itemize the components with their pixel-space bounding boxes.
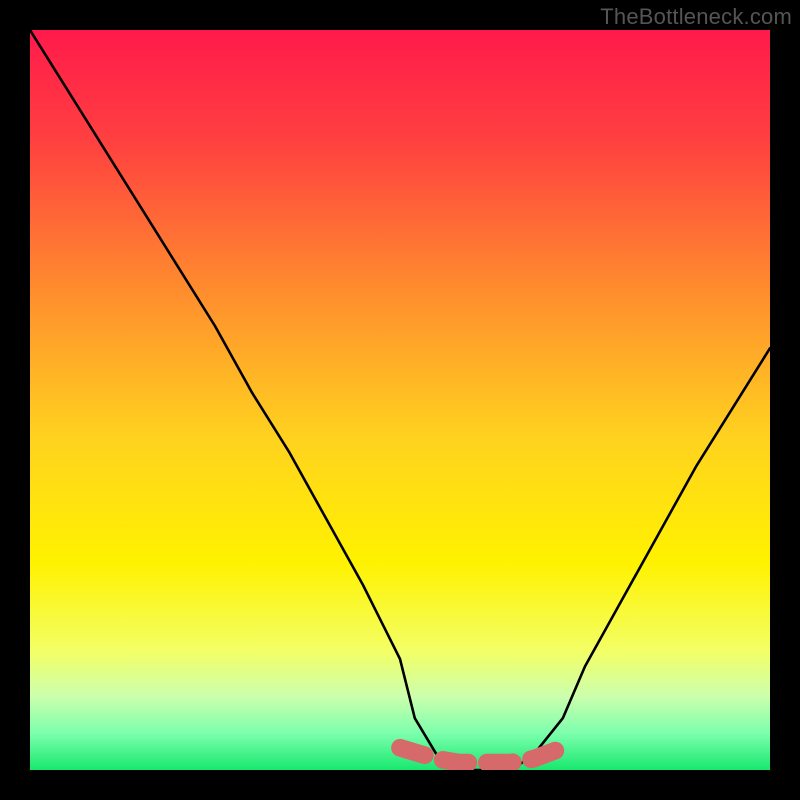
bottleneck-curve [30,30,770,770]
optimal-band [400,748,563,763]
watermark-text: TheBottleneck.com [600,4,792,30]
chart-frame: TheBottleneck.com [0,0,800,800]
curve-layer [30,30,770,770]
plot-area [30,30,770,770]
